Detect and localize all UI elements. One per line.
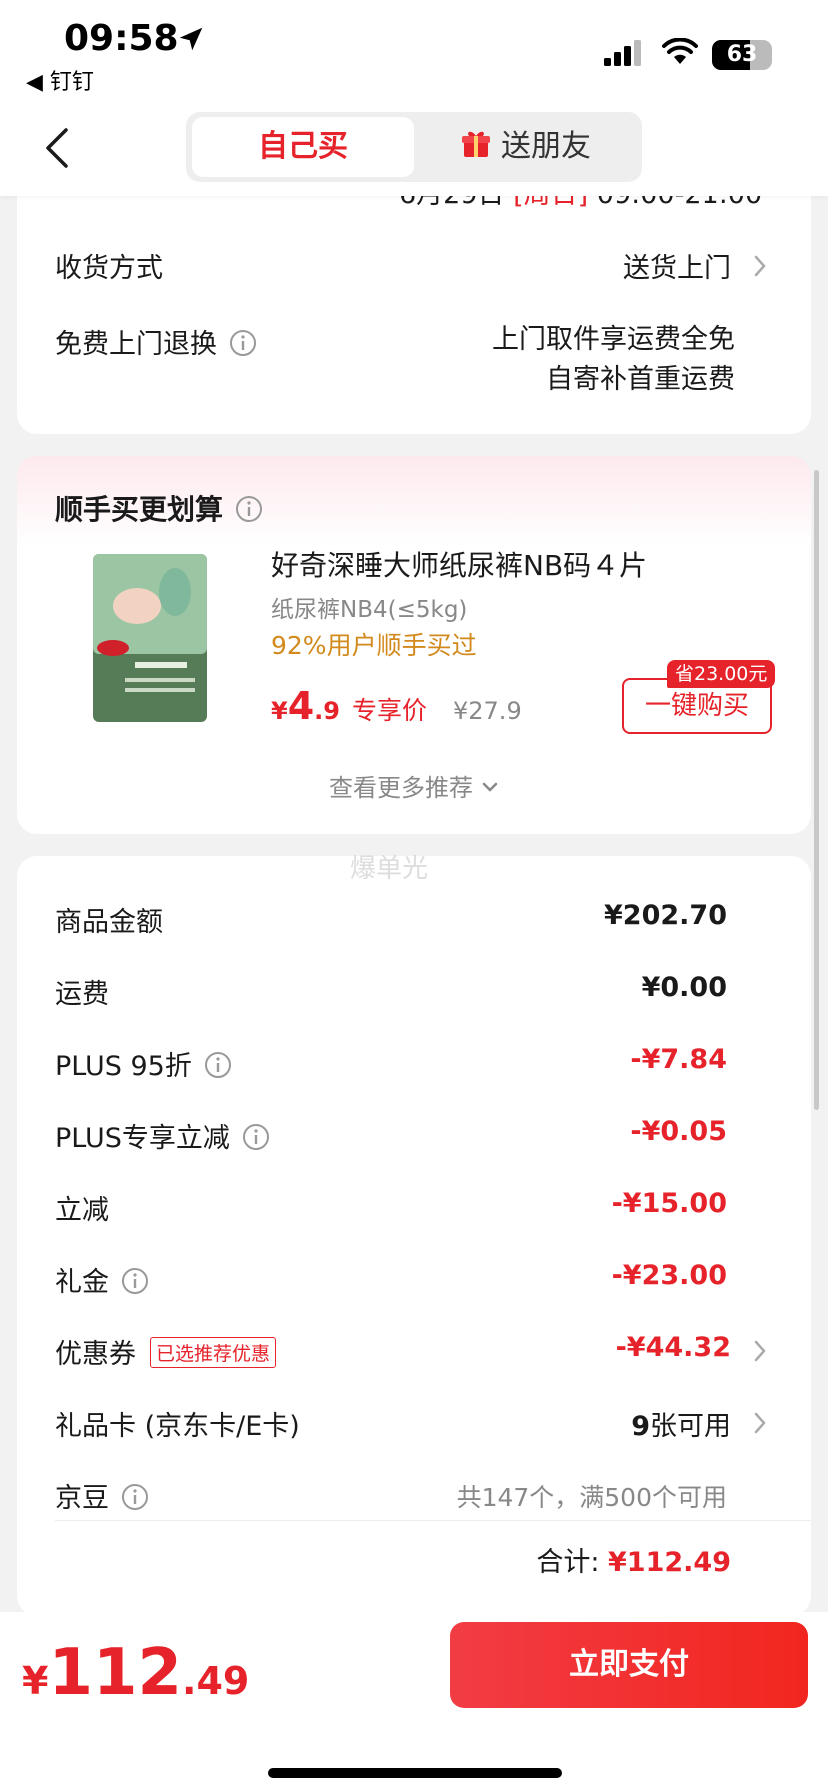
info-icon[interactable] — [229, 329, 257, 357]
product-image[interactable] — [55, 544, 245, 730]
original-price: ¥27.9 — [453, 697, 522, 725]
product-name[interactable]: 好奇深睡大师纸尿裤NB码４片 — [271, 544, 647, 584]
battery-level: 63 — [726, 42, 758, 67]
tab-send-to-friend[interactable]: 送朋友 — [416, 117, 636, 177]
info-icon[interactable] — [121, 1483, 149, 1511]
chevron-right-icon[interactable] — [753, 1339, 767, 1363]
info-icon[interactable] — [235, 495, 263, 523]
top-nav: 自己买 送朋友 — [0, 100, 828, 196]
location-arrow-icon — [179, 27, 203, 51]
summary-row-plus-exclusive: PLUS专享立减 -¥0.05 — [55, 1116, 727, 1154]
signal-icon — [604, 40, 641, 66]
pay-now-button[interactable]: 立即支付 — [450, 1622, 808, 1708]
battery-icon: 63 — [712, 40, 772, 70]
more-recommendations-link[interactable]: 查看更多推荐 — [17, 768, 811, 803]
watermark-text: 爆单光 — [350, 854, 429, 884]
tab-send-to-friend-label: 送朋友 — [501, 129, 591, 164]
delivery-method-label: 收货方式 — [55, 253, 163, 284]
upsell-card: 顺手买更划算 好奇深睡大师纸尿裤NB码４片 纸尿裤NB4(≤5kg) 92%用户… — [17, 456, 811, 834]
info-icon[interactable] — [242, 1123, 270, 1151]
summary-row-plus-discount: PLUS 95折 -¥7.84 — [55, 1044, 727, 1082]
price-summary-card: 商品金额 ¥202.70 运费 ¥0.00 PLUS 95折 -¥7.84 PL… — [17, 856, 811, 1616]
status-time: 09:58 — [64, 18, 179, 59]
order-total: 合计: ¥112.49 — [536, 1547, 731, 1578]
chevron-right-icon[interactable] — [753, 1411, 767, 1435]
summary-row-gift-money: 礼金 -¥23.00 — [55, 1260, 727, 1298]
chevron-right-icon[interactable] — [753, 254, 767, 278]
info-icon[interactable] — [121, 1267, 149, 1295]
pay-amount: ¥112.49 — [22, 1636, 250, 1710]
back-to-app-link[interactable]: ◀ 钉钉 — [26, 64, 94, 96]
summary-row-shipping: 运费 ¥0.00 — [55, 972, 727, 1010]
summary-row-jd-beans: 京豆 共147个，满500个可用 — [55, 1483, 727, 1514]
tab-buy-for-self[interactable]: 自己买 — [192, 117, 414, 177]
summary-row-coupon[interactable]: 优惠券 已选推荐优惠 -¥44.32 — [17, 1318, 811, 1378]
checkout-bar: ¥112.49 立即支付 — [0, 1612, 828, 1792]
gift-icon — [462, 131, 490, 157]
product-popularity: 92%用户顺手买过 — [271, 631, 477, 660]
chevron-down-icon — [482, 782, 498, 792]
coupon-recommended-tag: 已选推荐优惠 — [150, 1337, 277, 1368]
product-price: ¥4.9 专享价 ¥27.9 — [271, 684, 522, 728]
status-bar: 09:58 ◀ 钉钉 63 — [0, 0, 828, 100]
summary-row-instant-discount: 立减 -¥15.00 — [55, 1188, 727, 1226]
summary-row-gift-card[interactable]: 礼品卡 (京东卡/E卡) 9张可用 — [17, 1390, 811, 1450]
purchase-mode-toggle: 自己买 送朋友 — [186, 112, 642, 182]
home-indicator[interactable] — [268, 1768, 562, 1778]
wifi-icon — [662, 38, 698, 64]
product-spec: 纸尿裤NB4(≤5kg) — [271, 597, 468, 623]
free-return-label: 免费上门退换 — [55, 322, 257, 361]
upsell-title: 顺手买更划算 — [55, 488, 263, 528]
summary-row-goods-amount: 商品金额 ¥202.70 — [55, 900, 727, 938]
scrollbar[interactable] — [814, 470, 819, 1110]
free-return-desc: 上门取件享运费全免 自寄补首重运费 — [492, 324, 735, 395]
divider — [55, 1520, 811, 1521]
save-badge: 省23.00元 — [667, 660, 776, 688]
back-chevron-icon[interactable] — [42, 126, 72, 170]
delivery-method-value[interactable]: 送货上门 — [623, 246, 731, 285]
info-icon[interactable] — [204, 1051, 232, 1079]
